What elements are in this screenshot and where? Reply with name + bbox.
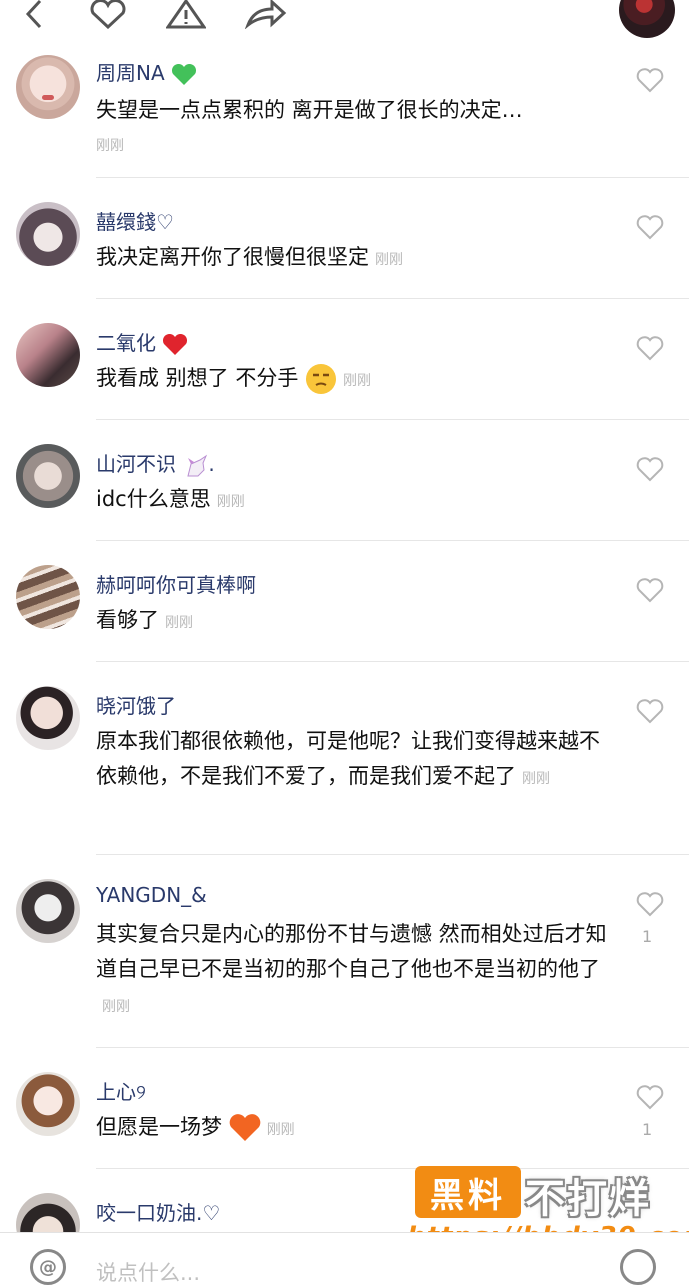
comment-time: 刚刚 [96,138,124,154]
comment-body: 但愿是一场梦 [96,1115,222,1139]
comment-username[interactable]: 囍缳錢♡ [96,206,174,235]
username-text[interactable]: 二氧化 [96,331,156,355]
comment-body: 失望是一点点累积的 离开是做了很长的决定… [96,98,523,122]
comment-text: 但愿是一场梦 刚刚 [96,1110,616,1148]
like-icon[interactable] [636,698,664,724]
warning-icon[interactable] [164,0,208,34]
share-icon[interactable] [244,0,288,34]
avatar[interactable] [16,55,80,119]
comment-username[interactable]: YANGDN_& [96,883,207,907]
username-text[interactable]: 周周NA [96,61,165,85]
divider [96,661,689,662]
divider [96,540,689,541]
comment-time: 刚刚 [375,252,403,268]
comment-body: idc什么意思 [96,487,211,511]
divider [96,1047,689,1048]
comment-text: 原本我们都很依赖他，可是他呢？让我们变得越来越不依赖他，不是我们不爱了，而是我们… [96,724,616,797]
avatar[interactable] [16,323,80,387]
comment-body: 我看成 别想了 不分手 [96,366,299,390]
comment-username[interactable]: 咬一口奶油.♡ [96,1197,220,1226]
watermark-right: 不打烊 [525,1176,651,1222]
comment-text: idc什么意思 刚刚 [96,482,616,520]
author-avatar[interactable] [619,0,675,38]
comment-body: 其实复合只是内心的那份不甘与遗憾 然而相处过后才知道自己早已不是当初的那个自己了… [96,922,607,981]
back-icon[interactable] [12,0,56,34]
avatar[interactable] [16,444,80,508]
comment-text: 其实复合只是内心的那份不甘与遗憾 然而相处过后才知道自己早已不是当初的那个自己了… [96,917,616,1025]
comment-username[interactable]: 周周NA [96,57,197,86]
comment-time: 刚刚 [343,373,372,389]
comment-time: 刚刚 [216,494,245,510]
avatar[interactable] [16,686,80,750]
comment-input-bar: @ 说点什么... [0,1232,689,1285]
comment-username[interactable]: 晓河饿了 [96,690,176,719]
comment-input[interactable]: 说点什么... [96,1257,200,1287]
comment-username[interactable]: 二氧化 [96,327,188,356]
comment-text: 我决定离开你了很慢但很坚定 刚刚 [96,240,616,278]
comment-body: 看够了 [96,608,159,632]
unicorn-icon [187,454,208,476]
comment-username[interactable]: 山河不识 . [96,448,215,478]
comment-username[interactable]: 上心୨ [96,1076,146,1105]
avatar[interactable] [16,879,80,943]
divider [96,419,689,420]
comment-body: 我决定离开你了很慢但很坚定 [96,245,369,269]
comment-text: 我看成 别想了 不分手 刚刚 [96,361,616,399]
comment-text: 看够了 刚刚 [96,603,616,641]
avatar[interactable] [16,565,80,629]
like-icon[interactable] [636,335,664,361]
heart-icon[interactable] [86,0,130,34]
green-heart-icon [172,63,197,85]
divider [96,177,689,178]
orange-heart-icon [229,1114,261,1141]
divider [96,298,689,299]
like-icon[interactable] [636,1084,664,1110]
like-icon[interactable] [636,456,664,482]
like-icon[interactable] [636,891,664,917]
avatar[interactable] [16,1072,80,1136]
username-text[interactable]: 山河不识 [96,452,176,476]
comment-time: 刚刚 [266,1122,295,1138]
comment-time: 刚刚 [102,999,130,1015]
like-icon[interactable] [636,214,664,240]
red-heart-icon [163,333,188,355]
like-count: 1 [642,927,653,946]
divider [96,854,689,855]
comment-username[interactable]: 赫呵呵你可真棒啊 [96,569,256,598]
comment-time: 刚刚 [165,615,193,631]
like-count: 1 [642,1120,653,1139]
like-icon[interactable] [636,67,664,93]
watermark-box: 黑料 [415,1166,521,1218]
top-bar [0,0,689,38]
unamused-face-icon [306,364,337,394]
comment-text: 失望是一点点累积的 离开是做了很长的决定… [96,93,616,128]
like-icon[interactable] [636,577,664,603]
avatar[interactable] [16,202,80,266]
comment-time: 刚刚 [522,771,550,787]
